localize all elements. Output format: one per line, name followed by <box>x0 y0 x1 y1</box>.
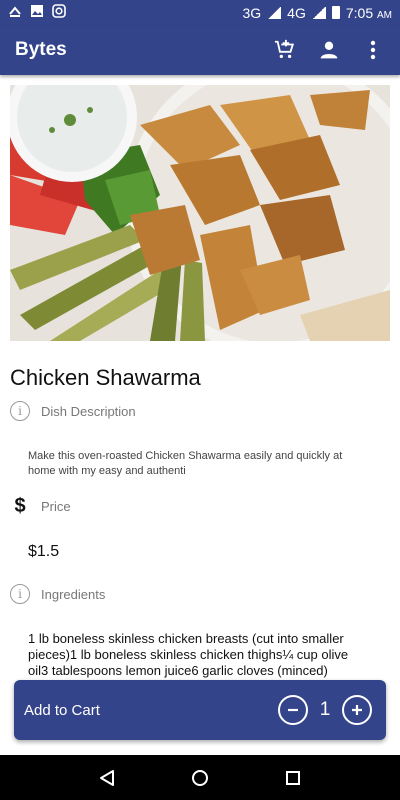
info-icon: i <box>10 584 30 604</box>
app-title: Bytes <box>15 39 67 60</box>
quantity-value: 1 <box>319 699 331 720</box>
price-value: $1.5 <box>28 543 60 560</box>
more-vert-icon[interactable] <box>361 38 385 62</box>
description-text: Make this oven-roasted Chicken Shawarma … <box>28 450 343 477</box>
battery-icon <box>331 6 340 19</box>
clock-ampm: AM <box>377 9 392 21</box>
home-icon[interactable] <box>185 763 215 793</box>
info-icon: i <box>10 401 30 421</box>
ingredients-text: 1 lb boneless skinless chicken breasts (… <box>28 631 349 678</box>
notification-icon <box>8 4 22 21</box>
status-bar: 3G 4G 7:05 AM <box>0 0 400 25</box>
system-nav-bar <box>0 755 400 800</box>
app-bar: Bytes <box>0 25 400 75</box>
dish-photo <box>10 85 390 341</box>
clock: 7:05 AM <box>346 5 392 21</box>
recents-icon[interactable] <box>278 763 308 793</box>
dish-detail: Chicken Shawarma i Dish Description Make… <box>0 75 400 755</box>
account-icon[interactable] <box>317 38 341 62</box>
clock-time: 7:05 <box>345 4 374 21</box>
add-to-cart-bar: Add to Cart 1 <box>14 680 386 740</box>
signal-icon <box>311 6 326 19</box>
network-4g-label: 4G <box>287 4 306 21</box>
signal-icon <box>267 6 282 19</box>
description-header: i Dish Description <box>10 401 136 421</box>
minus-circle-icon[interactable] <box>278 695 308 725</box>
dollar-icon: $ <box>14 495 26 517</box>
price-label: Price <box>41 499 71 514</box>
dish-title: Chicken Shawarma <box>10 365 201 390</box>
quantity-stepper: 1 <box>278 695 372 725</box>
price-header: $ Price <box>10 495 71 518</box>
ingredients-header: i Ingredients <box>10 584 105 604</box>
image-icon <box>30 4 44 21</box>
network-3g-label: 3G <box>242 4 262 21</box>
add-cart-icon[interactable] <box>273 38 297 62</box>
description-label: Dish Description <box>41 403 136 419</box>
back-icon[interactable] <box>92 763 122 793</box>
add-to-cart-button[interactable]: Add to Cart <box>24 702 100 719</box>
instagram-icon <box>52 4 66 21</box>
plus-circle-icon[interactable] <box>342 695 372 725</box>
ingredients-label: Ingredients <box>41 586 106 602</box>
